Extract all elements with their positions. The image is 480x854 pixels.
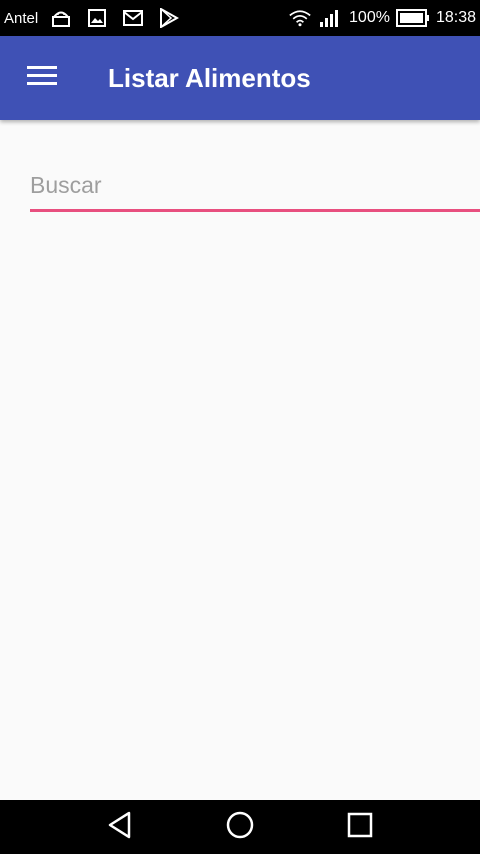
recents-button[interactable] [330,800,390,854]
back-icon [107,811,133,844]
mail-icon [122,8,144,28]
carrier-label: Antel [4,9,39,27]
clock: 18:38 [435,9,476,26]
home-button[interactable] [210,800,270,854]
status-right: 100% 18:38 [289,8,476,28]
signal-icon [319,8,341,28]
search-input[interactable] [30,166,480,212]
page-title: Listar Alimentos [108,62,311,93]
status-left: Antel [4,8,194,28]
battery-percent: 100% [349,9,390,26]
home-icon [226,811,254,844]
android-debug-icon [50,8,72,28]
recents-icon [347,812,373,843]
hamburger-menu-icon [27,65,57,92]
wifi-icon [289,8,311,28]
status-bar: Antel 100% 18:38 [0,0,480,36]
app-bar: Listar Alimentos [0,36,480,120]
navigation-bar [0,800,480,854]
battery-icon [395,8,430,28]
search-container [30,166,480,212]
image-icon [86,8,108,28]
back-button[interactable] [90,800,150,854]
play-store-icon [158,8,180,28]
menu-button[interactable] [0,36,84,120]
